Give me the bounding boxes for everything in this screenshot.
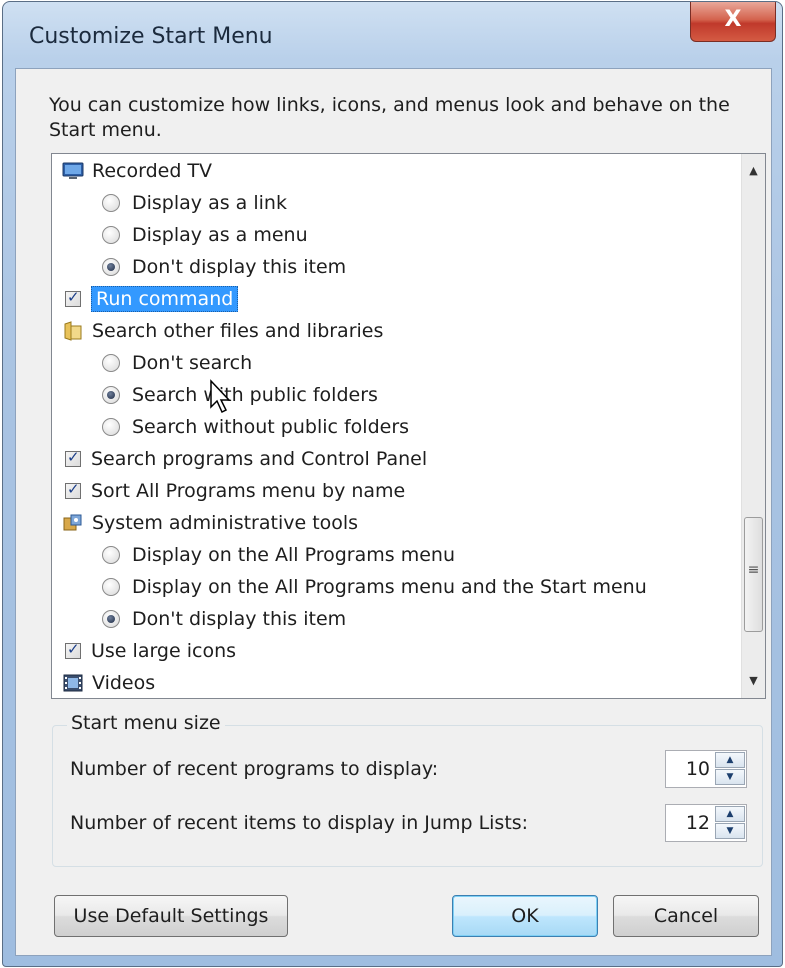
- videos-icon: [62, 672, 84, 694]
- dialog-body: You can customize how links, icons, and …: [15, 68, 772, 956]
- checkbox-checked[interactable]: [65, 288, 81, 307]
- list-item-label: Use large icons: [91, 640, 237, 662]
- radio-button-selected[interactable]: [102, 610, 120, 628]
- increment-arrow-icon[interactable]: ▲: [715, 752, 745, 768]
- stepper-buttons: ▲ ▼: [715, 752, 745, 786]
- radio-button-selected[interactable]: [102, 386, 120, 404]
- scroll-up-arrow-icon[interactable]: ▲: [742, 160, 765, 182]
- list-item-label: Don't display this item: [132, 608, 347, 630]
- list-item-label: Display on the All Programs menu: [132, 544, 455, 566]
- decrement-arrow-icon[interactable]: ▼: [715, 769, 745, 785]
- admin-tools-icon: [62, 512, 84, 534]
- close-button[interactable]: X: [690, 2, 776, 42]
- list-item-radio[interactable]: Search without public folders: [102, 412, 409, 442]
- list-item-recorded-tv: Recorded TV: [62, 156, 212, 186]
- list-item-label: System administrative tools: [92, 512, 359, 534]
- checkbox-checked[interactable]: [65, 448, 81, 467]
- list-item-radio[interactable]: Don't display this item: [102, 604, 346, 634]
- jump-list-stepper[interactable]: 12 ▲ ▼: [665, 804, 747, 842]
- list-item-label: Search programs and Control Panel: [91, 448, 428, 470]
- start-menu-options-list[interactable]: Recorded TV Display as a link Display as…: [51, 153, 766, 699]
- checkbox-checked[interactable]: [65, 640, 81, 659]
- recent-programs-label: Number of recent programs to display:: [70, 758, 439, 780]
- list-item-label: Videos: [92, 672, 156, 694]
- list-item-system-admin-tools: System administrative tools: [62, 508, 358, 538]
- list-item-checkbox[interactable]: Use large icons: [62, 636, 236, 666]
- ok-button[interactable]: OK: [452, 895, 598, 937]
- scroll-down-arrow-icon[interactable]: ▼: [742, 670, 765, 692]
- list-item-radio[interactable]: Display as a menu: [102, 220, 308, 250]
- radio-button[interactable]: [102, 194, 120, 212]
- cancel-button[interactable]: Cancel: [613, 895, 759, 937]
- recent-programs-stepper[interactable]: 10 ▲ ▼: [665, 750, 747, 788]
- list-item-radio[interactable]: Display on the All Programs menu and the…: [102, 572, 647, 602]
- list-item-label: Display on the All Programs menu and the…: [132, 576, 647, 598]
- list-item-label: Recorded TV: [92, 160, 213, 182]
- scrollbar-thumb[interactable]: ≡: [744, 517, 763, 632]
- list-item-label-selected: Run command: [91, 286, 239, 312]
- recent-programs-value[interactable]: 10: [670, 758, 710, 780]
- title-bar: Customize Start Menu X: [3, 2, 782, 76]
- description-text: You can customize how links, icons, and …: [49, 94, 730, 141]
- list-item-radio[interactable]: Display as a link: [102, 188, 287, 218]
- mouse-cursor-icon: [210, 379, 231, 414]
- stepper-buttons: ▲ ▼: [715, 806, 745, 840]
- list-item-label: Don't display this item: [132, 256, 347, 278]
- tv-icon: [62, 160, 84, 182]
- start-menu-size-group: Start menu size Number of recent program…: [52, 712, 763, 867]
- checkbox-checked[interactable]: [65, 480, 81, 499]
- list-item-videos: Videos: [62, 668, 155, 698]
- jump-list-label: Number of recent items to display in Jum…: [70, 812, 529, 834]
- radio-button-selected[interactable]: [102, 258, 120, 276]
- jump-list-value[interactable]: 12: [670, 812, 710, 834]
- list-item-radio[interactable]: Display on the All Programs menu: [102, 540, 455, 570]
- list-item-label: Search with public folders: [132, 384, 378, 406]
- list-item-search-other-files: Search other files and libraries: [62, 316, 383, 346]
- increment-arrow-icon[interactable]: ▲: [715, 806, 745, 822]
- list-item-run-command[interactable]: Run command: [62, 284, 239, 314]
- radio-button[interactable]: [102, 226, 120, 244]
- list-item-checkbox[interactable]: Search programs and Control Panel: [62, 444, 427, 474]
- list-item-radio[interactable]: Don't search: [102, 348, 252, 378]
- list-item-label: Display as a menu: [132, 224, 308, 246]
- radio-button[interactable]: [102, 546, 120, 564]
- list-item-radio[interactable]: Don't display this item: [102, 252, 346, 282]
- use-default-settings-button[interactable]: Use Default Settings: [54, 895, 288, 937]
- group-legend: Start menu size: [67, 712, 225, 734]
- vertical-scrollbar[interactable]: ▲ ≡ ▼: [741, 154, 765, 698]
- list-item-label: Search other files and libraries: [92, 320, 384, 342]
- radio-button[interactable]: [102, 578, 120, 596]
- list-item-radio[interactable]: Search with public folders: [102, 380, 378, 410]
- folder-search-icon: [62, 320, 84, 342]
- list-item-label: Don't search: [132, 352, 253, 374]
- decrement-arrow-icon[interactable]: ▼: [715, 823, 745, 839]
- radio-button[interactable]: [102, 418, 120, 436]
- grip-icon: ≡: [747, 562, 760, 578]
- list-item-label: Search without public folders: [132, 416, 410, 438]
- list-item-checkbox[interactable]: Sort All Programs menu by name: [62, 476, 405, 506]
- radio-button[interactable]: [102, 354, 120, 372]
- list-item-label: Display as a link: [132, 192, 287, 214]
- list-item-label: Sort All Programs menu by name: [91, 480, 406, 502]
- window-title: Customize Start Menu: [29, 24, 273, 49]
- customize-start-menu-dialog: Customize Start Menu X You can customize…: [2, 1, 783, 967]
